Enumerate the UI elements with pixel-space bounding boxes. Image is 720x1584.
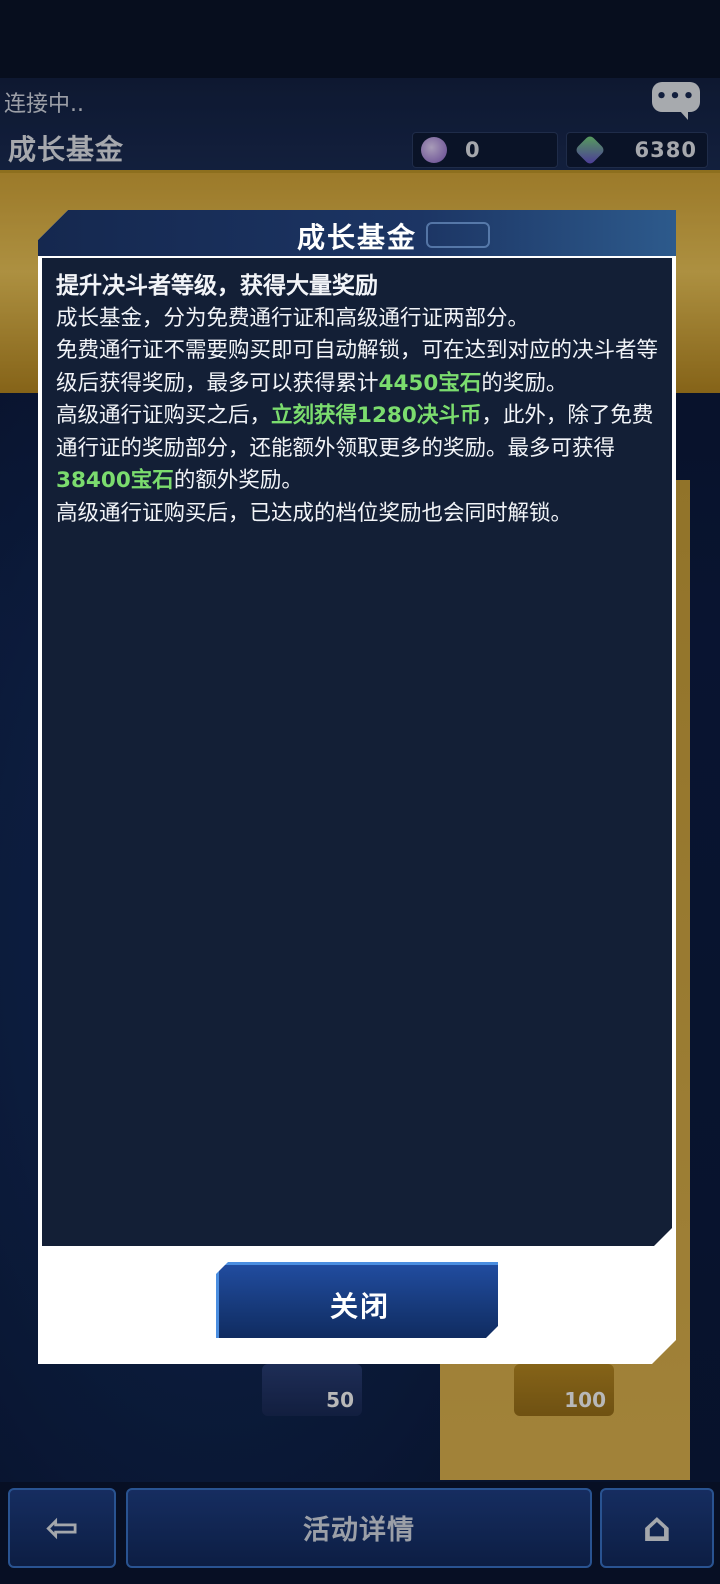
dialog-header: 成长基金 xyxy=(38,210,676,256)
description-line: 高级通行证购买后，已达成的档位奖励也会同时解锁。 xyxy=(56,500,573,526)
hexagon-decoration-icon xyxy=(426,222,490,248)
growth-fund-dialog: 成长基金 提升决斗者等级，获得大量奖励 成长基金，分为免费通行证和高级通行证两部… xyxy=(38,210,676,1364)
dialog-title: 成长基金 xyxy=(296,221,417,254)
description-text: 提升决斗者等级，获得大量奖励 成长基金，分为免费通行证和高级通行证两部分。 免费… xyxy=(56,270,658,530)
close-button-label: 关闭 xyxy=(329,1290,390,1323)
dialog-content[interactable]: 提升决斗者等级，获得大量奖励 成长基金，分为免费通行证和高级通行证两部分。 免费… xyxy=(42,258,672,1246)
highlight-gems-premium: 38400宝石 xyxy=(56,468,174,493)
description-heading: 提升决斗者等级，获得大量奖励 xyxy=(56,273,378,299)
close-button[interactable]: 关闭 xyxy=(216,1262,498,1338)
highlight-gems-free: 4450宝石 xyxy=(378,370,482,396)
highlight-duel-coins: 立刻获得1280决斗币 xyxy=(271,403,482,428)
description-line: 免费通行证不需要购买即可自动解锁，可在达到对应的决斗者等级后获得奖励，最多可以获… xyxy=(56,338,659,396)
description-line: 高级通行证购买之后，立刻获得1280决斗币，此外，除了免费通行证的奖励部分，还能… xyxy=(56,403,654,493)
description-line: 成长基金，分为免费通行证和高级通行证两部分。 xyxy=(56,305,530,331)
